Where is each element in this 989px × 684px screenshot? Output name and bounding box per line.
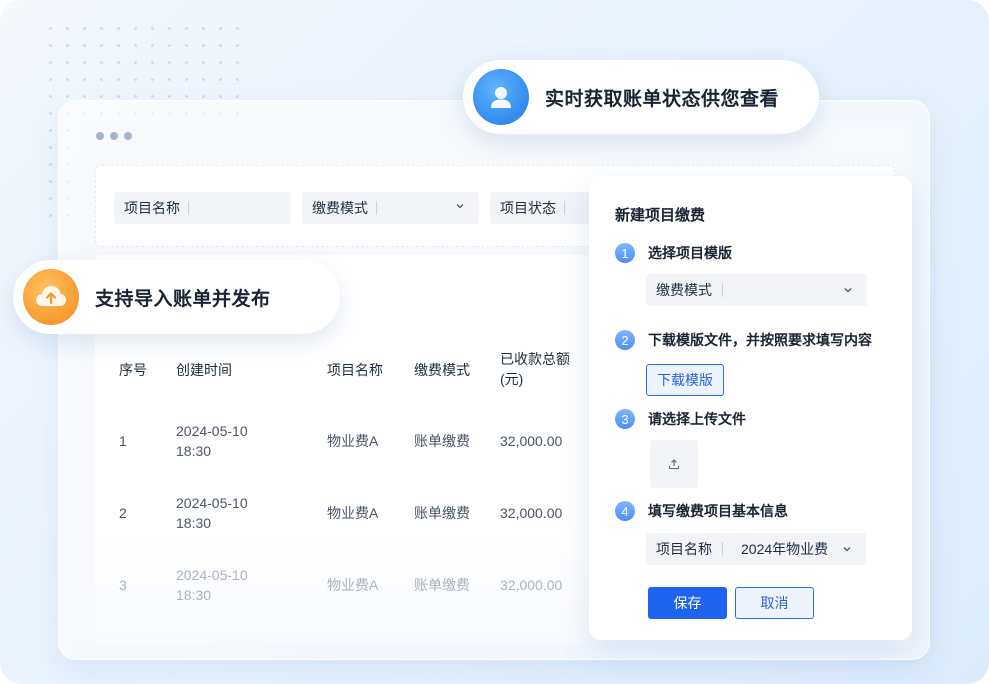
filter-label: 缴费模式 [312,200,368,216]
template-select[interactable]: 缴费模式 [646,274,867,306]
row-number: 3 [119,577,127,593]
divider [564,201,565,215]
window-dot-icon [110,132,118,140]
download-template-button[interactable]: 下载模版 [646,364,724,396]
step-label: 选择项目模版 [648,245,732,261]
row-mode: 账单缴费 [414,433,470,449]
window-controls [96,132,132,140]
row-mode: 账单缴费 [414,577,470,593]
chevron-down-icon [844,288,852,293]
step-label: 填写缴费项目基本信息 [648,503,788,519]
step-label: 请选择上传文件 [648,411,746,427]
step-number: 3 [615,409,635,429]
project-name-field[interactable]: 项目名称 2024年物业费 [646,533,866,565]
window-dot-icon [124,132,132,140]
new-project-payment-dialog: 新建项目缴费 1 选择项目模版 缴费模式 2 下载模版文件，并按照要求填写内容 … [589,176,912,640]
row-date: 2024-05-10 [176,495,248,511]
row-number: 1 [119,433,127,449]
realtime-status-callout: 实时获取账单状态供您查看 [463,60,819,134]
user-icon [473,69,529,125]
chevron-down-icon [843,547,851,552]
column-header: 已收款总额 [500,351,570,367]
column-header: 项目名称 [327,362,383,378]
dialog-title: 新建项目缴费 [615,207,706,224]
filter-label: 项目状态 [500,200,556,216]
window-dot-icon [96,132,104,140]
callout-text: 实时获取账单状态供您查看 [545,88,780,110]
divider [722,283,723,297]
callout-text: 支持导入账单并发布 [95,288,271,310]
cancel-button[interactable]: 取消 [735,587,814,619]
row-date: 2024-05-10 [176,423,248,439]
field-label: 项目名称 [656,541,712,557]
row-amount: 32,000.00 [500,433,563,449]
file-upload-area[interactable] [650,440,698,488]
filter-label: 项目名称 [124,200,180,216]
row-time: 18:30 [176,443,212,459]
select-value: 缴费模式 [656,282,712,298]
column-header-unit: (元) [500,371,524,387]
chevron-down-icon [456,204,464,209]
row-time: 18:30 [176,515,212,531]
import-callout: 支持导入账单并发布 [13,260,340,334]
step-label: 下载模版文件，并按照要求填写内容 [648,332,872,348]
row-mode: 账单缴费 [414,505,470,521]
save-button[interactable]: 保存 [648,587,727,619]
column-header: 缴费模式 [414,362,470,378]
column-header: 创建时间 [176,362,232,378]
divider [722,542,723,556]
field-value: 2024年物业费 [741,541,829,557]
step-number: 4 [615,501,635,521]
row-time: 18:30 [176,587,212,603]
step-number: 2 [615,330,635,350]
row-number: 2 [119,505,127,521]
divider [376,201,377,215]
row-name: 物业费A [327,505,379,521]
payment-mode-filter[interactable]: 缴费模式 [302,192,479,224]
upload-icon [668,459,680,470]
project-name-filter[interactable]: 项目名称 [114,192,291,224]
step-number: 1 [615,243,635,263]
row-date: 2024-05-10 [176,567,248,583]
row-amount: 32,000.00 [500,577,563,593]
row-name: 物业费A [327,433,379,449]
column-header: 序号 [119,362,147,378]
divider [188,201,189,215]
cloud-upload-icon [23,269,79,325]
row-amount: 32,000.00 [500,505,563,521]
row-name: 物业费A [327,577,379,593]
